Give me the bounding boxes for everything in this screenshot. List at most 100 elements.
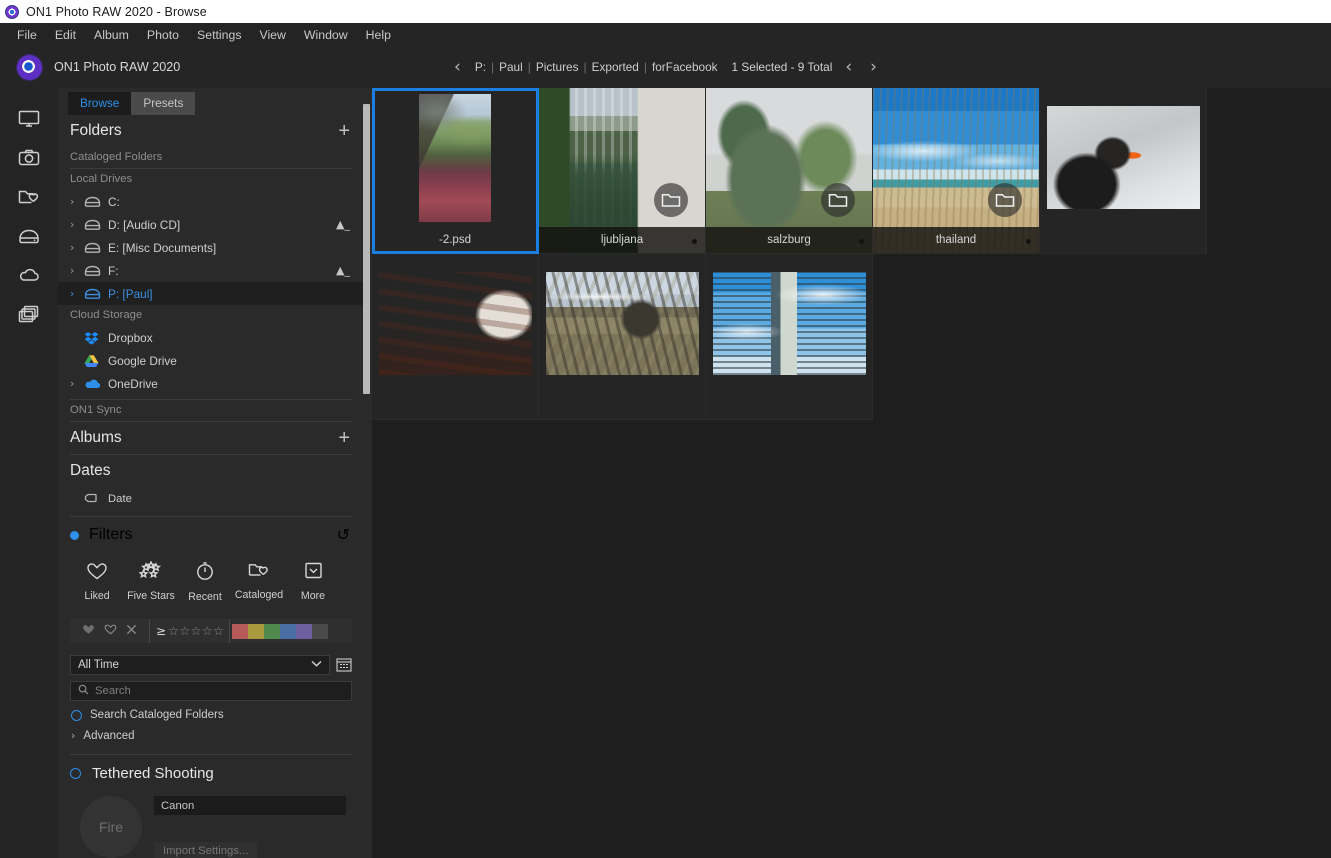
reset-filters-icon[interactable]: ↺ — [337, 525, 350, 545]
folder-heart-icon — [18, 188, 40, 211]
add-folder-icon[interactable]: + — [338, 121, 350, 141]
thumbnail-cell[interactable] — [706, 254, 873, 420]
heart-filled-icon[interactable] — [82, 622, 95, 640]
search-cataloged-folders-toggle[interactable]: Search Cataloged Folders — [58, 701, 364, 721]
filter-button-recent[interactable]: Recent — [178, 561, 232, 603]
color-label-swatch-6[interactable] — [312, 623, 329, 639]
window-title-bar: ON1 Photo RAW 2020 - Browse — [0, 0, 1331, 23]
filters-title: Filters — [89, 526, 133, 543]
reject-x-icon[interactable] — [126, 622, 137, 640]
chevron-right-icon[interactable]: › — [70, 287, 84, 300]
sidebar-tabs: Browse Presets — [58, 88, 364, 115]
drive-row-d[interactable]: › D: [Audio CD] ▲_ — [58, 213, 364, 236]
chevron-right-icon[interactable]: › — [70, 241, 84, 254]
drive-icon — [84, 219, 108, 231]
tab-browse[interactable]: Browse — [68, 92, 132, 115]
chevron-right-icon[interactable]: › — [70, 377, 84, 390]
star-4-icon[interactable]: ☆ — [202, 624, 213, 638]
thumbnail-cell[interactable] — [1040, 88, 1207, 254]
menu-item-view[interactable]: View — [250, 26, 294, 44]
menu-item-file[interactable]: File — [8, 26, 46, 44]
folder-badge-icon[interactable] — [654, 183, 688, 217]
menu-item-photo[interactable]: Photo — [138, 26, 188, 44]
star-2-icon[interactable]: ☆ — [179, 624, 190, 638]
tab-presets[interactable]: Presets — [131, 92, 196, 115]
folder-badge-icon[interactable] — [821, 183, 855, 217]
rail-item-drives[interactable] — [12, 226, 46, 251]
breadcrumb-item-forfacebook[interactable]: forFacebook — [647, 60, 723, 74]
filter-button-liked[interactable]: Liked — [70, 561, 124, 603]
camera-field[interactable]: Canon — [154, 796, 346, 815]
cloud-row-dropbox[interactable]: Dropbox — [58, 326, 364, 349]
menu-item-edit[interactable]: Edit — [46, 26, 85, 44]
filters-enabled-dot-icon[interactable] — [70, 530, 79, 540]
breadcrumb-item-pictures[interactable]: Pictures — [531, 60, 584, 74]
menu-item-settings[interactable]: Settings — [188, 26, 250, 44]
camera-icon — [18, 149, 40, 172]
chevron-right-icon[interactable]: › — [70, 218, 84, 231]
folder-badge-icon[interactable] — [988, 183, 1022, 217]
star-5-icon[interactable]: ☆ — [213, 624, 224, 638]
thumbnail-cell[interactable]: thailand — [873, 88, 1040, 254]
cloud-row-google-drive[interactable]: Google Drive — [58, 349, 364, 372]
color-label-swatch-3[interactable] — [264, 623, 281, 639]
rail-item-cloud[interactable] — [12, 265, 46, 290]
cloud-label: Google Drive — [108, 353, 177, 368]
breadcrumb-back-icon[interactable]: ‹ — [445, 58, 470, 76]
fire-button[interactable]: Fire — [80, 796, 142, 858]
rail-item-camera[interactable] — [12, 148, 46, 173]
rail-item-cataloged[interactable] — [12, 187, 46, 212]
color-label-swatch-2[interactable] — [248, 623, 265, 639]
thumbnail-image-wrap — [1040, 88, 1206, 227]
breadcrumb: ‹ P: | Paul | Pictures | Exported | forF… — [0, 46, 1331, 88]
menu-item-album[interactable]: Album — [85, 26, 138, 44]
filter-button-cataloged[interactable]: Cataloged — [232, 561, 286, 603]
calendar-icon[interactable] — [336, 657, 352, 673]
color-label-swatch-4[interactable] — [280, 623, 297, 639]
thumbnail-cell[interactable] — [539, 254, 706, 420]
add-album-icon[interactable]: + — [338, 428, 350, 448]
rail-item-albums[interactable] — [12, 304, 46, 329]
star-1-icon[interactable]: ☆ — [168, 624, 179, 638]
drive-label: D: [Audio CD] — [108, 217, 181, 232]
module-rail — [0, 88, 58, 858]
breadcrumb-item-drive[interactable]: P: — [470, 60, 491, 74]
filter-quick-buttons: Liked Five Stars Recent Cataloged More — [58, 551, 364, 607]
star-rating-filter[interactable]: ≥ ☆ ☆ ☆ ☆ ☆ — [149, 619, 231, 643]
chevron-right-icon[interactable]: › — [70, 195, 84, 208]
drive-row-c[interactable]: › C: — [58, 190, 364, 213]
color-label-swatch-1[interactable] — [232, 623, 249, 639]
breadcrumb-item-exported[interactable]: Exported — [587, 60, 644, 74]
sidebar-scrollbar[interactable] — [363, 104, 370, 394]
dates-item-date[interactable]: Date — [58, 487, 364, 510]
filter-button-more[interactable]: More — [286, 561, 340, 603]
eject-icon[interactable]: ▲_ — [336, 264, 350, 277]
rail-item-browse[interactable] — [12, 109, 46, 134]
filter-button-five-stars[interactable]: Five Stars — [124, 560, 178, 603]
thumbnail-cell[interactable]: ljubljana — [539, 88, 706, 254]
menu-item-help[interactable]: Help — [357, 26, 400, 44]
eject-icon[interactable]: ▲_ — [336, 218, 350, 231]
color-label-swatch-5[interactable] — [296, 623, 313, 639]
filter-search-box[interactable] — [70, 681, 352, 701]
advanced-filters-toggle[interactable]: › Advanced — [58, 721, 364, 742]
thumbnail-cell[interactable]: salzburg — [706, 88, 873, 254]
chevron-right-icon[interactable]: › — [70, 264, 84, 277]
drive-row-p-paul[interactable]: › P: [Paul] — [58, 282, 364, 305]
star-3-icon[interactable]: ☆ — [191, 624, 202, 638]
drive-row-e[interactable]: › E: [Misc Documents] — [58, 236, 364, 259]
drive-row-f[interactable]: › F: ▲_ — [58, 259, 364, 282]
radio-icon[interactable] — [70, 768, 81, 779]
breadcrumb-next-icon[interactable]: › — [861, 58, 886, 76]
breadcrumb-item-paul[interactable]: Paul — [494, 60, 528, 74]
import-settings-button[interactable]: Import Settings... — [154, 842, 258, 858]
menu-item-window[interactable]: Window — [295, 26, 357, 44]
breadcrumb-prev-icon[interactable]: ‹ — [836, 58, 861, 76]
thumbnail-cell[interactable] — [372, 254, 539, 420]
thumbnail-cell[interactable]: -2.psd — [372, 88, 539, 254]
thumbnail-caption: -2.psd — [439, 234, 471, 246]
date-range-dropdown[interactable]: All Time — [70, 655, 330, 675]
search-input[interactable] — [95, 685, 344, 697]
cloud-row-onedrive[interactable]: › OneDrive — [58, 372, 364, 395]
heart-outline-icon[interactable] — [104, 622, 117, 640]
